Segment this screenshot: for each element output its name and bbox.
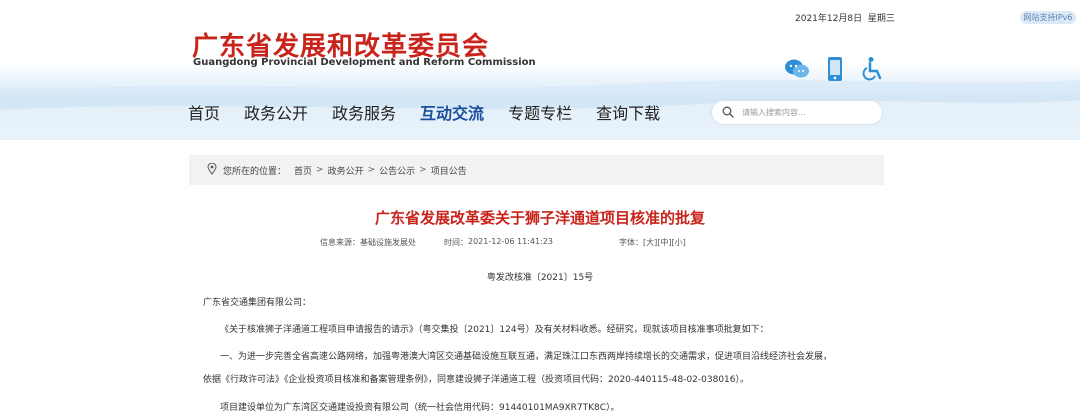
fontsize-small-button[interactable]: [小] bbox=[671, 237, 685, 248]
nav-item-interaction[interactable]: 互动交流 bbox=[420, 101, 484, 127]
search-icon[interactable] bbox=[722, 103, 734, 122]
wechat-icon[interactable] bbox=[784, 55, 810, 83]
location-pin-icon bbox=[207, 162, 217, 178]
breadcrumb-separator: > bbox=[316, 165, 324, 175]
search-input[interactable] bbox=[742, 108, 872, 117]
fontsize-label: 字体： bbox=[618, 238, 643, 247]
fontsize-large-button[interactable]: [大] bbox=[643, 237, 657, 248]
current-date: 2021年12月8日 星期三 bbox=[795, 14, 895, 24]
nav-item-gov-services[interactable]: 政务服务 bbox=[332, 101, 396, 127]
time-label: 时间： bbox=[444, 238, 468, 247]
main-nav: 首页 政务公开 政务服务 互动交流 专题专栏 查询下载 bbox=[188, 101, 684, 127]
breadcrumb-separator: > bbox=[367, 165, 376, 175]
article-meta: 信息来源： 基础设施发展处 时间： 2021-12-06 11:41:23 字体… bbox=[320, 237, 686, 248]
ipv6-badge[interactable]: 网站支持IPv6 bbox=[1020, 11, 1076, 24]
nav-item-home[interactable]: 首页 bbox=[188, 101, 220, 127]
article-paragraph: 一、为进一步完善全省高速公路网络，加强粤港澳大湾区交通基础设施互联互通，满足珠江… bbox=[220, 352, 833, 362]
article-paragraph: 《关于核准狮子洋通道工程项目申请报告的请示》（粤交集投〔2021〕124号）及有… bbox=[220, 325, 769, 335]
nav-item-special-topics[interactable]: 专题专栏 bbox=[508, 101, 572, 127]
quick-icons bbox=[784, 54, 886, 84]
accessibility-icon[interactable] bbox=[860, 55, 886, 83]
breadcrumb-separator: > bbox=[419, 165, 427, 175]
breadcrumb-label: 您所在的位置： bbox=[223, 166, 287, 177]
source-value: 基础设施发展处 bbox=[360, 238, 416, 247]
site-logo-en: Guangdong Provincial Development and Ref… bbox=[193, 57, 536, 68]
source-label: 信息来源： bbox=[320, 238, 360, 247]
breadcrumb: 您所在的位置： 首页 > 政务公开 > 公告公示 > 项目公告 bbox=[189, 155, 884, 185]
article-title: 广东省发展改革委关于狮子洋通道项目核准的批复 bbox=[374, 209, 705, 227]
search-box bbox=[711, 100, 883, 125]
document-number: 粤发改核准〔2021〕15号 bbox=[486, 273, 594, 283]
breadcrumb-item-home[interactable]: 首页 bbox=[294, 164, 312, 177]
time-value: 2021-12-06 11:41:23 bbox=[468, 237, 553, 246]
article-paragraph: 依据《行政许可法》《企业投资项目核准和备案管理条例》，同意建设狮子洋通道工程（投… bbox=[203, 375, 750, 385]
mobile-icon[interactable] bbox=[822, 55, 848, 83]
breadcrumb-item-project-notices[interactable]: 项目公告 bbox=[431, 164, 467, 177]
article-paragraph: 项目建设单位为广东湾区交通建设投资有限公司（统一社会信用代码：91440101M… bbox=[220, 403, 620, 413]
fontsize-medium-button[interactable]: [中] bbox=[657, 237, 671, 248]
breadcrumb-item-gov-affairs[interactable]: 政务公开 bbox=[328, 164, 364, 177]
breadcrumb-item-announcements[interactable]: 公告公示 bbox=[379, 164, 415, 177]
article-paragraph: 广东省交通集团有限公司： bbox=[203, 298, 312, 308]
nav-item-gov-affairs[interactable]: 政务公开 bbox=[244, 101, 308, 127]
nav-item-downloads[interactable]: 查询下载 bbox=[596, 101, 660, 127]
